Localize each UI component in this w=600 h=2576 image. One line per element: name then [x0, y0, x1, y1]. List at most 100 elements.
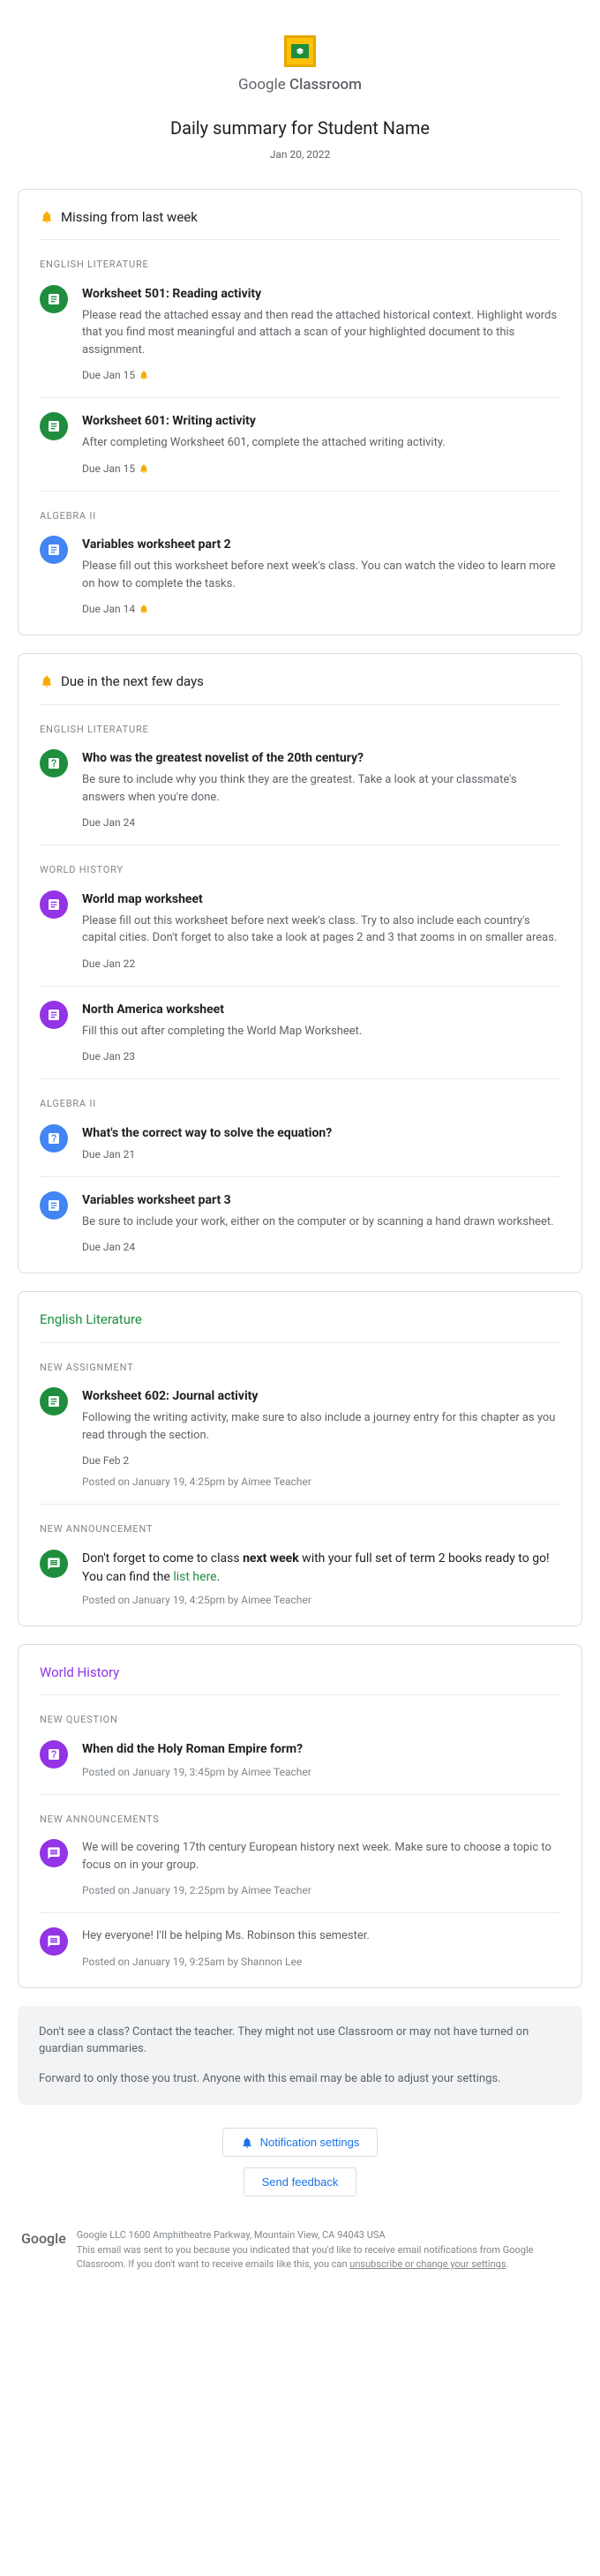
item-due: Due Jan 14: [82, 601, 560, 617]
item-body: Who was the greatest novelist of the 20t…: [82, 749, 560, 830]
card-heading: English Literature: [40, 1310, 560, 1343]
item-posted: Posted on January 19, 9:25am by Shannon …: [82, 1954, 560, 1970]
list-item: When did the Holy Roman Empire form? Post…: [40, 1740, 560, 1795]
item-title: North America worksheet: [82, 1001, 560, 1019]
item-due: Due Jan 23: [82, 1048, 560, 1064]
item-body: What's the correct way to solve the equa…: [82, 1124, 560, 1162]
footer-text: Google LLC 1600 Amphitheatre Parkway, Mo…: [77, 2228, 579, 2272]
item-posted: Posted on January 19, 4:25pm by Aimee Te…: [82, 1474, 560, 1490]
unsubscribe-link[interactable]: unsubscribe or change your settings: [349, 2258, 506, 2270]
send-feedback-button[interactable]: Send feedback: [244, 2167, 357, 2197]
card-default: Missing from last weekENGLISH LITERATURE…: [18, 189, 582, 636]
alert-icon: [139, 370, 149, 380]
item-body: Variables worksheet part 2 Please fill ou…: [82, 536, 560, 617]
group-label: WORLD HISTORY: [40, 863, 560, 878]
item-posted: Posted on January 19, 3:45pm by Aimee Te…: [82, 1764, 560, 1780]
item-title: Variables worksheet part 3: [82, 1191, 560, 1210]
item-desc: Be sure to include your work, either on …: [82, 1213, 560, 1231]
notification-settings-button[interactable]: Notification settings: [222, 2128, 379, 2157]
info-text-2: Forward to only those you trust. Anyone …: [39, 2070, 561, 2088]
group-label: ENGLISH LITERATURE: [40, 723, 560, 738]
actions-row: Notification settings Send feedback: [0, 2122, 600, 2228]
item-due: Due Jan 15: [82, 461, 560, 477]
item-posted: Posted on January 19, 2:25pm by Aimee Te…: [82, 1882, 560, 1898]
item-body: Worksheet 501: Reading activityPlease re…: [82, 285, 560, 384]
item-body: World map worksheet Please fill out this …: [82, 890, 560, 972]
list-item: Worksheet 602: Journal activity Following…: [40, 1387, 560, 1505]
item-title: Variables worksheet part 2: [82, 536, 560, 554]
group-label: NEW ASSIGNMENT: [40, 1361, 560, 1376]
bell-icon: [40, 674, 54, 688]
bell-icon: [40, 210, 54, 224]
item-title: Worksheet 602: Journal activity: [82, 1387, 560, 1406]
item-due: Due Jan 22: [82, 956, 560, 972]
item-body: Worksheet 601: Writing activity After com…: [82, 412, 560, 477]
alert-icon: [139, 463, 149, 474]
item-title: Who was the greatest novelist of the 20t…: [82, 749, 560, 768]
list-item: Don't forget to come to class next week …: [40, 1550, 560, 1608]
list-item: Who was the greatest novelist of the 20t…: [40, 749, 560, 845]
list-item: Variables worksheet part 3 Be sure to inc…: [40, 1191, 560, 1256]
doc-icon: [40, 285, 68, 313]
item-posted: Posted on January 19, 4:25pm by Aimee Te…: [82, 1592, 560, 1608]
item-body: Variables worksheet part 3 Be sure to inc…: [82, 1191, 560, 1256]
list-item: North America worksheetFill this out aft…: [40, 1001, 560, 1080]
group-label: NEW QUESTION: [40, 1713, 560, 1728]
question-icon: [40, 749, 68, 777]
card-heading: Due in the next few days: [40, 672, 560, 705]
item-desc: Be sure to include why you think they ar…: [82, 771, 560, 806]
chat-icon: [40, 1927, 68, 1956]
question-icon: [40, 1740, 68, 1769]
summary-date: Jan 20, 2022: [18, 146, 582, 162]
item-due: Due Jan 15: [82, 367, 560, 383]
item-body: We will be covering 17th century Europea…: [82, 1839, 560, 1898]
card-green: English Literature NEW ASSIGNMENT Workshee…: [18, 1291, 582, 1626]
list-item: We will be covering 17th century Europea…: [40, 1839, 560, 1913]
card-heading: World History: [40, 1663, 560, 1696]
group-label: ALGEBRA II: [40, 1097, 560, 1112]
page-title: Daily summary for Student Name: [18, 115, 582, 141]
info-box: Don't see a class? Contact the teacher. …: [18, 2006, 582, 2106]
item-title: When did the Holy Roman Empire form?: [82, 1740, 560, 1759]
doc-icon: [40, 1001, 68, 1029]
list-item: What's the correct way to solve the equa…: [40, 1124, 560, 1177]
item-desc: Following the writing activity, make sur…: [82, 1409, 560, 1444]
alert-icon: [139, 604, 149, 614]
item-title: Worksheet 601: Writing activity: [82, 412, 560, 431]
chat-icon: [40, 1550, 68, 1578]
footer: Google Google LLC 1600 Amphitheatre Park…: [0, 2228, 600, 2308]
item-desc: After completing Worksheet 601, complete…: [82, 434, 560, 452]
card-purple: World History NEW QUESTION When did the Ho…: [18, 1644, 582, 1988]
info-text-1: Don't see a class? Contact the teacher. …: [39, 2024, 561, 2058]
doc-icon: [40, 1191, 68, 1220]
list-item: Variables worksheet part 2 Please fill ou…: [40, 536, 560, 617]
item-title: Worksheet 501: Reading activity: [82, 285, 560, 304]
item-body: Worksheet 602: Journal activity Following…: [82, 1387, 560, 1490]
item-body: North America worksheetFill this out aft…: [82, 1001, 560, 1065]
item-desc: Hey everyone! I'll be helping Ms. Robins…: [82, 1927, 560, 1945]
item-desc: Don't forget to come to class next week …: [82, 1550, 560, 1587]
brand-label: Google Classroom: [18, 74, 582, 97]
item-desc: Please fill out this worksheet before ne…: [82, 558, 560, 592]
classroom-logo-icon: [284, 35, 316, 67]
group-label: NEW ANNOUNCEMENT: [40, 1522, 560, 1537]
list-item: Worksheet 601: Writing activity After com…: [40, 412, 560, 492]
item-desc: Please fill out this worksheet before ne…: [82, 912, 560, 947]
list-item: World map worksheet Please fill out this …: [40, 890, 560, 987]
item-body: Hey everyone! I'll be helping Ms. Robins…: [82, 1927, 560, 1970]
group-label: ENGLISH LITERATURE: [40, 258, 560, 273]
list-item: Worksheet 501: Reading activityPlease re…: [40, 285, 560, 399]
item-due: Due Jan 24: [82, 1239, 560, 1255]
doc-icon: [40, 412, 68, 440]
header: Google Classroom Daily summary for Stude…: [0, 0, 600, 189]
card-default: Due in the next few days ENGLISH LITERATU…: [18, 653, 582, 1273]
item-due: Due Jan 24: [82, 815, 560, 830]
doc-icon: [40, 890, 68, 919]
item-desc: We will be covering 17th century Europea…: [82, 1839, 560, 1874]
group-label: ALGEBRA II: [40, 509, 560, 524]
item-body: When did the Holy Roman Empire form? Post…: [82, 1740, 560, 1780]
item-body: Don't forget to come to class next week …: [82, 1550, 560, 1608]
doc-icon: [40, 1387, 68, 1416]
item-title: World map worksheet: [82, 890, 560, 909]
group-label: NEW ANNOUNCEMENTS: [40, 1813, 560, 1828]
